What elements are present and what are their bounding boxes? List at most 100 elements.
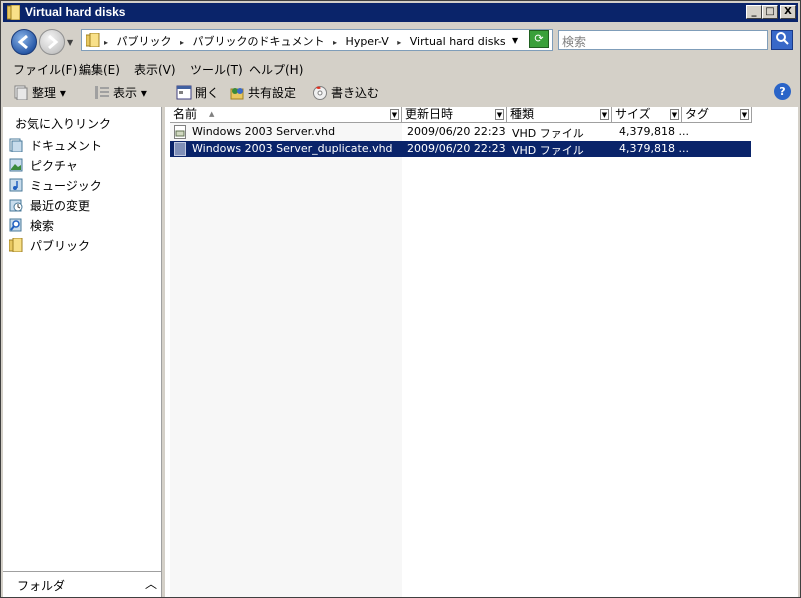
explorer-window: Virtual hard disks _ □ X ▼ ▸ パブリック ▸ パブリ…	[0, 0, 801, 598]
folder-icon	[86, 33, 100, 47]
column-header-type[interactable]: 種類 ▼	[507, 107, 612, 123]
recent-pages-dropdown[interactable]: ▼	[67, 38, 73, 47]
file-size: 4,379,818 ...	[619, 125, 689, 138]
address-bar[interactable]: ▸ パブリック ▸ パブリックのドキュメント ▸ Hyper-V ▸ Virtu…	[81, 29, 553, 51]
chevron-down-icon[interactable]: ▼	[512, 36, 518, 45]
arrow-left-icon	[17, 34, 28, 50]
nav-item-label: 検索	[30, 219, 55, 233]
column-header-name[interactable]: 名前 ▲ ▼	[170, 107, 402, 123]
breadcrumb-separator[interactable]: ▸	[397, 38, 401, 47]
folder-icon	[7, 5, 20, 20]
nav-item-label: ピクチャ	[30, 159, 78, 173]
sort-ascending-icon: ▲	[209, 110, 215, 118]
column-filter-dropdown[interactable]: ▼	[495, 109, 504, 120]
column-filter-dropdown[interactable]: ▼	[740, 109, 749, 120]
navigation-pane: お気に入りリンク ドキュメント ピクチャ ミュージック 最近の変更 検索 パブリ…	[3, 107, 162, 597]
file-row-selected[interactable]: Windows 2003 Server_duplicate.vhd 2009/0…	[170, 141, 751, 157]
column-header-size[interactable]: サイズ ▼	[612, 107, 682, 123]
column-label: タグ	[685, 107, 710, 121]
search-input[interactable]: 検索	[558, 30, 768, 50]
breadcrumb-separator[interactable]: ▸	[104, 38, 108, 47]
breadcrumb-item[interactable]: Virtual hard disks	[410, 35, 506, 48]
column-header-modified[interactable]: 更新日時 ▼	[402, 107, 507, 123]
nav-item-documents[interactable]: ドキュメント	[9, 137, 102, 154]
organize-button[interactable]: 整理 ▾	[13, 84, 66, 101]
column-label: 更新日時	[405, 107, 454, 121]
column-filter-dropdown[interactable]: ▼	[670, 109, 679, 120]
breadcrumb-item[interactable]: Hyper-V	[346, 35, 389, 48]
forward-button[interactable]	[39, 29, 65, 55]
breadcrumb-item[interactable]: パブリックのドキュメント	[193, 35, 325, 48]
column-label: 種類	[510, 107, 535, 121]
menu-bar: ファイル(F) 編集(E) 表示(V) ツール(T) ヘルプ(H)	[3, 59, 798, 77]
menu-tools[interactable]: ツール(T)	[190, 61, 243, 78]
open-icon	[176, 85, 192, 100]
folders-toggle[interactable]: フォルダ ︿	[3, 571, 161, 597]
file-type: VHD ファイル	[512, 127, 584, 140]
views-button[interactable]: 表示 ▾	[94, 84, 147, 101]
menu-help[interactable]: ヘルプ(H)	[249, 61, 303, 78]
nav-item-label: ドキュメント	[30, 139, 103, 153]
organize-label: 整理 ▾	[32, 86, 66, 100]
back-button[interactable]	[11, 29, 37, 55]
vhd-file-icon	[174, 142, 186, 156]
menu-edit[interactable]: 編集(E)	[79, 61, 120, 78]
close-button[interactable]: X	[780, 5, 796, 19]
burn-label: 書き込む	[331, 86, 380, 100]
vhd-file-icon	[174, 125, 186, 139]
folders-label: フォルダ	[17, 579, 66, 593]
column-filter-dropdown[interactable]: ▼	[600, 109, 609, 120]
maximize-button[interactable]: □	[762, 5, 778, 19]
file-modified: 2009/06/20 22:23	[407, 142, 506, 155]
documents-icon	[9, 138, 23, 152]
minimize-button[interactable]: _	[746, 5, 762, 19]
file-list: 名前 ▲ ▼ 更新日時 ▼ 種類 ▼ サイズ ▼ タグ ▼ Windows 200…	[165, 107, 798, 597]
command-bar: 整理 ▾ 表示 ▾ 開く 共有設定 書き込む ?	[3, 79, 798, 105]
file-type: VHD ファイル	[512, 144, 584, 157]
file-modified: 2009/06/20 22:23	[407, 125, 506, 138]
favorite-links-heading: お気に入りリンク	[15, 117, 112, 131]
open-button[interactable]: 開く	[176, 84, 219, 101]
chevron-up-icon: ︿	[145, 577, 158, 591]
column-header-tags[interactable]: タグ ▼	[682, 107, 752, 123]
menu-view[interactable]: 表示(V)	[134, 61, 176, 78]
open-label: 開く	[195, 86, 220, 100]
share-button[interactable]: 共有設定	[229, 84, 296, 101]
breadcrumb-separator[interactable]: ▸	[333, 38, 337, 47]
pictures-icon	[9, 158, 23, 172]
search-button[interactable]	[771, 30, 793, 50]
arrow-right-icon	[48, 34, 59, 50]
file-size: 4,379,818 ...	[619, 142, 689, 155]
nav-item-public[interactable]: パブリック	[9, 237, 90, 254]
search-icon	[776, 32, 789, 45]
nav-item-recent[interactable]: 最近の変更	[9, 197, 90, 214]
breadcrumb-item[interactable]: パブリック	[117, 35, 172, 48]
file-row[interactable]: Windows 2003 Server.vhd 2009/06/20 22:23…	[170, 124, 751, 140]
column-filter-dropdown[interactable]: ▼	[390, 109, 399, 120]
file-name: Windows 2003 Server.vhd	[192, 125, 336, 138]
share-icon	[230, 88, 244, 100]
nav-item-pictures[interactable]: ピクチャ	[9, 157, 78, 174]
views-label: 表示 ▾	[113, 86, 147, 100]
nav-item-label: 最近の変更	[30, 199, 91, 213]
sorted-column-highlight	[170, 123, 402, 597]
help-icon[interactable]: ?	[774, 83, 791, 100]
share-label: 共有設定	[248, 86, 297, 100]
recent-changes-icon	[9, 199, 23, 212]
nav-item-searches[interactable]: 検索	[9, 217, 54, 234]
nav-item-label: パブリック	[30, 239, 91, 253]
window-title: Virtual hard disks	[25, 5, 126, 19]
title-bar[interactable]: Virtual hard disks _ □ X	[3, 3, 798, 22]
breadcrumb-separator[interactable]: ▸	[180, 38, 184, 47]
burn-disc-icon	[313, 86, 327, 100]
file-name: Windows 2003 Server_duplicate.vhd	[192, 142, 393, 155]
address-row: ▼ ▸ パブリック ▸ パブリックのドキュメント ▸ Hyper-V ▸ Vir…	[3, 23, 798, 59]
menu-file[interactable]: ファイル(F)	[13, 61, 77, 78]
refresh-button[interactable]: ⟳	[529, 30, 549, 48]
burn-button[interactable]: 書き込む	[312, 84, 379, 101]
views-icon	[95, 86, 109, 99]
nav-item-music[interactable]: ミュージック	[9, 177, 102, 194]
public-folder-icon	[9, 238, 23, 252]
searches-icon	[9, 218, 22, 232]
breadcrumb: ▸ パブリック ▸ パブリックのドキュメント ▸ Hyper-V ▸ Virtu…	[104, 33, 511, 49]
